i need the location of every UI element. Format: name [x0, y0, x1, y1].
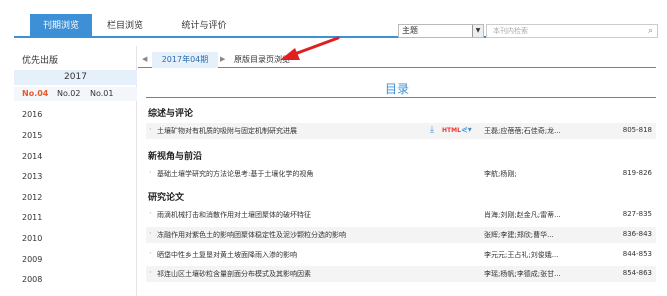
bullet-icon: · — [149, 209, 152, 218]
article-pages: 805-818 — [622, 126, 652, 134]
tab-statistics[interactable]: 统计与评价 — [158, 14, 250, 38]
original-toc-link[interactable]: 原版目录页浏览 — [234, 52, 290, 68]
issue-list: No.04 No.02 No.01 — [14, 87, 137, 101]
article-pages: 827-835 — [622, 210, 652, 218]
search-field-value: 主题 — [402, 26, 418, 35]
article-title[interactable]: 基础土壤学研究的方法论思考:基于土壤化学的视角 — [157, 169, 313, 179]
year-sidebar: 优先出版 2017 No.04 No.02 No.01 2016 2015 20… — [14, 46, 137, 296]
article-authors: 张辉;李建;郑欣;曹华... — [484, 231, 554, 239]
section-heading: 研究论文 — [148, 193, 185, 203]
article-authors: 李航;杨刚; — [484, 170, 517, 178]
table-row: · 土壤矿物对有机质的吸附与固定机制研究进展 ⤓ HTML ⋞▾ 王磊;应蓓蓓;… — [146, 123, 656, 139]
year-item[interactable]: 2015 — [22, 131, 42, 140]
year-item[interactable]: 2014 — [22, 152, 42, 161]
search-icon[interactable]: ⌕ — [648, 26, 653, 37]
issue-item[interactable]: No.04 — [22, 87, 48, 101]
issue-item[interactable]: No.01 — [90, 87, 113, 101]
year-item[interactable]: 2011 — [22, 213, 42, 222]
share-icon[interactable]: ⋞▾ — [461, 125, 472, 134]
article-authors: 李瑶;杨帆;李德成;张甘... — [484, 270, 561, 278]
search-input[interactable]: 本刊内检索 ⌕ — [486, 24, 658, 38]
article-pages: 819-826 — [622, 169, 652, 177]
year-item[interactable]: 2008 — [22, 275, 42, 284]
tab-issue-browse[interactable]: 刊期浏览 — [30, 14, 92, 38]
year-current[interactable]: 2017 — [14, 70, 137, 85]
issue-subtabs: ◀ 2017年04期 ▶ 原版目录页浏览 — [138, 52, 656, 68]
toc-divider — [146, 97, 656, 98]
html-link[interactable]: HTML — [442, 127, 461, 134]
issue-item[interactable]: No.02 — [57, 87, 80, 101]
download-icon[interactable]: ⤓ — [430, 125, 434, 135]
table-row: · 晒垡中性乡土复垦对黄土坡面降雨入渗的影响 李元元;王占礼;刘俊娥... 84… — [146, 247, 656, 263]
article-title[interactable]: 雨滴机械打击和消散作用对土壤团聚体的破坏特征 — [157, 210, 311, 220]
toc-title: 目录 — [384, 82, 409, 96]
article-authors: 李元元;王占礼;刘俊娥... — [484, 251, 559, 259]
chevron-down-icon[interactable]: ▼ — [472, 25, 483, 37]
table-row: · 基础土壤学研究的方法论思考:基于土壤化学的视角 李航;杨刚; 819-826 — [146, 166, 656, 182]
year-item[interactable]: 2012 — [22, 193, 42, 202]
article-title[interactable]: 晒垡中性乡土复垦对黄土坡面降雨入渗的影响 — [157, 250, 297, 260]
prev-arrow-icon[interactable]: ◀ — [142, 55, 147, 63]
bullet-icon: · — [149, 125, 152, 134]
tab-column-browse[interactable]: 栏目浏览 — [94, 14, 156, 38]
bullet-icon: · — [149, 168, 152, 177]
current-issue-tab[interactable]: 2017年04期 — [152, 52, 218, 68]
table-row: · 祁连山区土壤砂粒含量剖面分布模式及其影响因素 李瑶;杨帆;李德成;张甘...… — [146, 266, 656, 282]
section-heading: 综述与评论 — [148, 109, 194, 119]
priority-publish-link[interactable]: 优先出版 — [22, 53, 58, 66]
article-pages: 836-843 — [622, 230, 652, 238]
bullet-icon: · — [149, 268, 152, 277]
search-placeholder: 本刊内检索 — [493, 27, 528, 35]
year-item[interactable]: 2009 — [22, 255, 42, 264]
year-item[interactable]: 2010 — [22, 234, 42, 243]
table-row: · 雨滴机械打击和消散作用对土壤团聚体的破坏特征 肖海;刘刚;赵金凡;雷蒂...… — [146, 207, 656, 223]
article-title[interactable]: 土壤矿物对有机质的吸附与固定机制研究进展 — [157, 126, 297, 136]
article-pages: 854-863 — [622, 269, 652, 277]
article-title[interactable]: 祁连山区土壤砂粒含量剖面分布模式及其影响因素 — [157, 269, 311, 279]
year-item[interactable]: 2016 — [22, 110, 42, 119]
search-field-select[interactable]: 主题 ▼ — [398, 24, 484, 38]
article-pages: 844-853 — [622, 250, 652, 258]
bullet-icon: · — [149, 249, 152, 258]
bullet-icon: · — [149, 229, 152, 238]
article-title[interactable]: 冻融作用对紫色土的影响团聚体稳定性及泥沙颗粒分选的影响 — [157, 230, 346, 240]
section-heading: 新视角与前沿 — [148, 152, 203, 162]
article-authors: 王磊;应蓓蓓;石佳奇;龙... — [484, 127, 561, 135]
table-row: · 冻融作用对紫色土的影响团聚体稳定性及泥沙颗粒分选的影响 张辉;李建;郑欣;曹… — [146, 227, 656, 243]
year-item[interactable]: 2013 — [22, 172, 42, 181]
article-authors: 肖海;刘刚;赵金凡;雷蒂... — [484, 211, 561, 219]
next-arrow-icon[interactable]: ▶ — [220, 55, 225, 63]
